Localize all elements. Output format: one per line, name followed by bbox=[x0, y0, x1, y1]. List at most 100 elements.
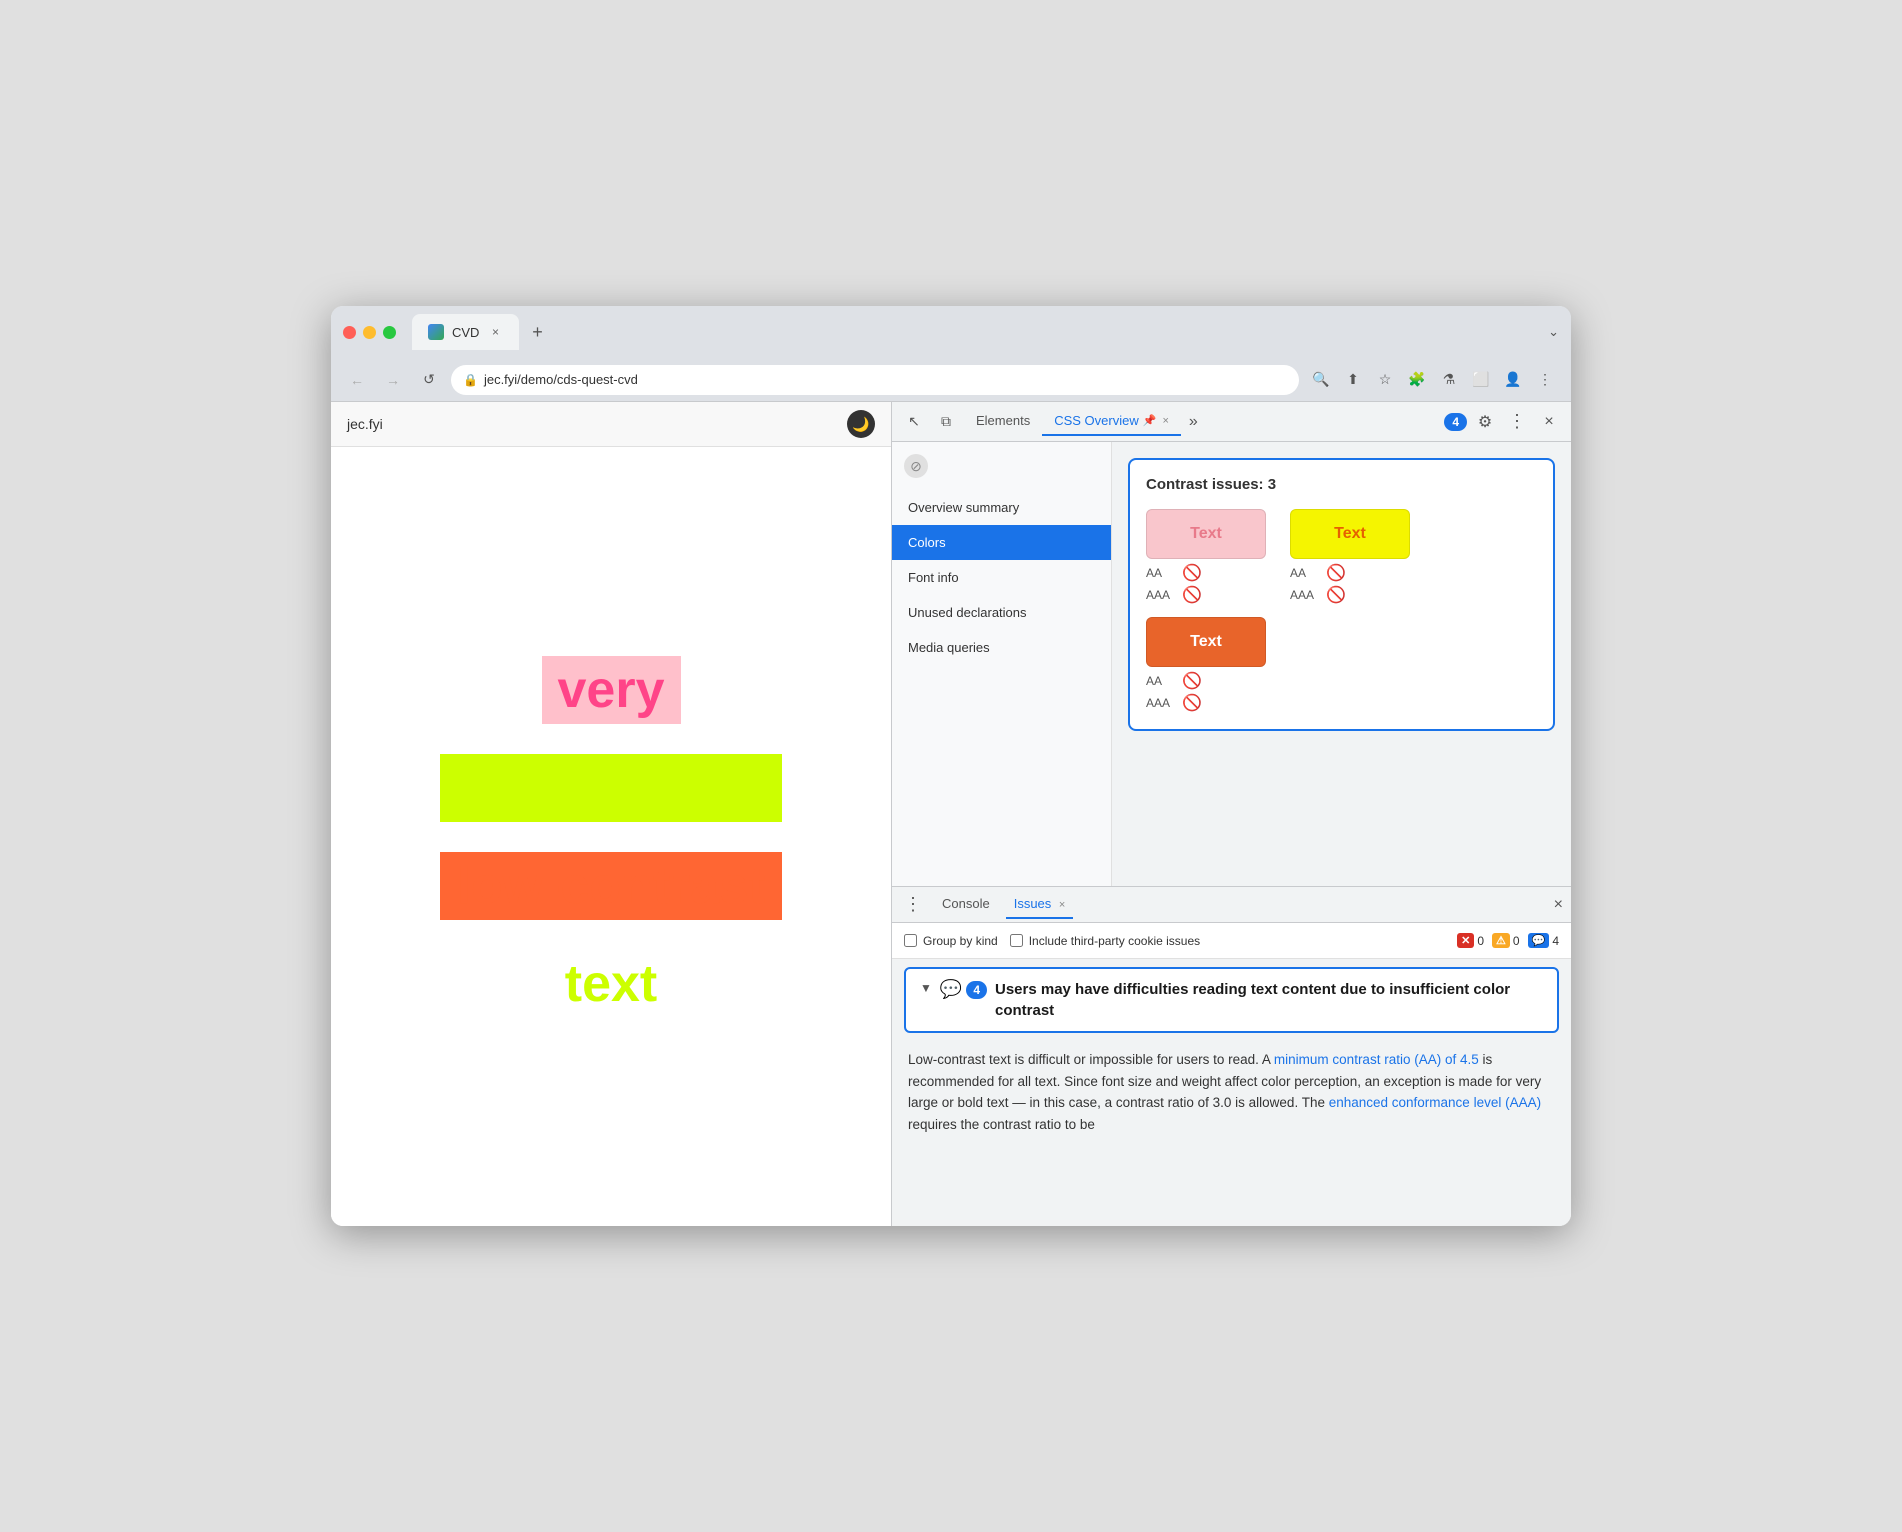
devtools-toolbar: ↖ ⧉ Elements CSS Overview 📌 × » 4 bbox=[892, 402, 1571, 442]
issue-text: Users may have difficulties reading text… bbox=[995, 979, 1543, 1021]
badge-row-aa-orange: AA 🚫 bbox=[1146, 671, 1266, 691]
devtools-cursor-button[interactable]: ↖ bbox=[900, 408, 928, 436]
lock-icon: 🔒 bbox=[463, 373, 478, 387]
active-tab[interactable]: CVD × bbox=[412, 314, 519, 350]
devtools-window-button[interactable]: ⧉ bbox=[932, 408, 960, 436]
minimize-button[interactable] bbox=[363, 326, 376, 339]
demo-text-text: text bbox=[549, 950, 673, 1018]
issue-title: Users may have difficulties reading text… bbox=[995, 979, 1543, 1021]
contrast-swatch-pink[interactable]: Text bbox=[1146, 509, 1266, 559]
contrast-item-orange: Text AA 🚫 AAA bbox=[1146, 617, 1266, 713]
bottom-close-button[interactable]: × bbox=[1554, 896, 1563, 914]
tab-bar: CVD × + ⌄ bbox=[412, 314, 1559, 350]
share-button[interactable]: ⬆ bbox=[1339, 366, 1367, 394]
aa-fail-yellow: 🚫 bbox=[1326, 563, 1346, 583]
badge-row-aa-yellow: AA 🚫 bbox=[1290, 563, 1410, 583]
maximize-button[interactable] bbox=[383, 326, 396, 339]
bookmark-button[interactable]: ☆ bbox=[1371, 366, 1399, 394]
webpage: jec.fyi 🌙 very inaccessible low-contrast… bbox=[331, 402, 891, 1226]
issues-badge[interactable]: 4 bbox=[1444, 413, 1467, 431]
extensions-button[interactable]: 🧩 bbox=[1403, 366, 1431, 394]
devtools-bottom-panel: ⋮ Console Issues × × Group by kind bbox=[892, 886, 1571, 1226]
issue-description: Low-contrast text is difficult or imposs… bbox=[892, 1041, 1571, 1143]
nav-overview-summary[interactable]: Overview summary bbox=[892, 490, 1111, 525]
contrast-items: Text AA 🚫 AAA bbox=[1146, 509, 1537, 713]
issue-expand-icon[interactable]: ▼ bbox=[920, 979, 932, 995]
back-button[interactable]: ← bbox=[343, 366, 371, 394]
info-icon: 💬 bbox=[1528, 933, 1550, 948]
tab-menu-button[interactable]: ⌄ bbox=[1548, 324, 1559, 340]
url-text: jec.fyi/demo/cds-quest-cvd bbox=[484, 372, 1287, 387]
issue-icon-badge: 💬 4 bbox=[940, 979, 987, 1000]
contrast-badges-pink: AA 🚫 AAA 🚫 bbox=[1146, 563, 1266, 605]
nav-colors[interactable]: Colors bbox=[892, 525, 1111, 560]
info-count: 💬 4 bbox=[1528, 933, 1559, 948]
refresh-button[interactable]: ↺ bbox=[415, 366, 443, 394]
third-party-checkbox[interactable]: Include third-party cookie issues bbox=[1010, 934, 1200, 948]
devtools-close-button[interactable]: × bbox=[1535, 408, 1563, 436]
bottom-more-button[interactable]: ⋮ bbox=[900, 894, 926, 915]
webpage-body: very inaccessible low-contrast text bbox=[331, 447, 891, 1226]
warning-count: ⚠ 0 bbox=[1492, 933, 1520, 948]
tab-title: CVD bbox=[452, 325, 479, 340]
new-tab-button[interactable]: + bbox=[523, 318, 551, 346]
tab-favicon bbox=[428, 324, 444, 340]
contrast-badges-orange: AA 🚫 AAA 🚫 bbox=[1146, 671, 1266, 713]
group-by-kind-input[interactable] bbox=[904, 934, 917, 947]
css-overview-pin-icon: 📌 bbox=[1143, 414, 1157, 427]
dark-mode-button[interactable]: 🌙 bbox=[847, 410, 875, 438]
issue-link-aaa[interactable]: enhanced conformance level (AAA) bbox=[1329, 1095, 1541, 1110]
issue-badge: 4 bbox=[966, 981, 987, 999]
tab-close-button[interactable]: × bbox=[487, 324, 503, 340]
profile-button[interactable]: 👤 bbox=[1499, 366, 1527, 394]
contrast-item-pink: Text AA 🚫 AAA bbox=[1146, 509, 1266, 605]
devtools-more-button[interactable]: ⋮ bbox=[1503, 408, 1531, 436]
devtools-tabs: Elements CSS Overview 📌 × » bbox=[964, 407, 1440, 436]
url-bar[interactable]: 🔒 jec.fyi/demo/cds-quest-cvd bbox=[451, 365, 1299, 395]
devtools-panel: ↖ ⧉ Elements CSS Overview 📌 × » 4 bbox=[891, 402, 1571, 1226]
issue-chat-icon: 💬 bbox=[940, 979, 962, 1000]
issues-tab-close[interactable]: × bbox=[1059, 899, 1065, 911]
bottom-tab-issues[interactable]: Issues × bbox=[1006, 890, 1074, 919]
sidebar-button[interactable]: ⬜ bbox=[1467, 366, 1495, 394]
badge-row-aaa-orange: AAA 🚫 bbox=[1146, 693, 1266, 713]
demo-inaccessible-text: inaccessible bbox=[440, 754, 781, 822]
bottom-tab-console[interactable]: Console bbox=[934, 890, 998, 919]
window-icon: ⧉ bbox=[941, 413, 951, 430]
filter-bar: Group by kind Include third-party cookie… bbox=[892, 923, 1571, 959]
nav-unused-declarations[interactable]: Unused declarations bbox=[892, 595, 1111, 630]
contrast-swatch-yellow[interactable]: Text bbox=[1290, 509, 1410, 559]
third-party-input[interactable] bbox=[1010, 934, 1023, 947]
forward-button[interactable]: → bbox=[379, 366, 407, 394]
devtools-overflow-button[interactable]: » bbox=[1181, 413, 1206, 431]
aaa-fail-orange: 🚫 bbox=[1182, 693, 1202, 713]
issue-item[interactable]: ▼ 💬 4 Users may have difficulties readin… bbox=[904, 967, 1559, 1033]
contrast-row-1: Text AA 🚫 AAA bbox=[1146, 509, 1537, 605]
search-button[interactable]: 🔍 bbox=[1307, 366, 1335, 394]
contrast-swatch-orange[interactable]: Text bbox=[1146, 617, 1266, 667]
badge-row-aaa-pink: AAA 🚫 bbox=[1146, 585, 1266, 605]
contrast-panel: Contrast issues: 3 Text bbox=[1128, 458, 1555, 731]
menu-button[interactable]: ⋮ bbox=[1531, 366, 1559, 394]
nav-media-queries[interactable]: Media queries bbox=[892, 630, 1111, 665]
tab-elements[interactable]: Elements bbox=[964, 407, 1042, 436]
address-bar: ← → ↺ 🔒 jec.fyi/demo/cds-quest-cvd 🔍 ⬆ ☆… bbox=[331, 358, 1571, 402]
labs-button[interactable]: ⚗ bbox=[1435, 366, 1463, 394]
css-overview-close-icon[interactable]: × bbox=[1162, 415, 1168, 427]
devtools-settings-button[interactable]: ⚙ bbox=[1471, 408, 1499, 436]
issue-link-aa[interactable]: minimum contrast ratio (AA) of 4.5 bbox=[1274, 1052, 1479, 1067]
traffic-lights bbox=[343, 326, 396, 339]
tab-css-overview[interactable]: CSS Overview 📌 × bbox=[1042, 407, 1181, 436]
aa-fail-pink: 🚫 bbox=[1182, 563, 1202, 583]
nav-font-info[interactable]: Font info bbox=[892, 560, 1111, 595]
aaa-fail-pink: 🚫 bbox=[1182, 585, 1202, 605]
css-disabled-icon: ⊘ bbox=[904, 454, 928, 478]
contrast-item-yellow: Text AA 🚫 AAA bbox=[1290, 509, 1410, 605]
error-icon: ✕ bbox=[1457, 933, 1474, 948]
contrast-issues-title: Contrast issues: 3 bbox=[1146, 476, 1537, 493]
group-by-kind-checkbox[interactable]: Group by kind bbox=[904, 934, 998, 948]
error-count: ✕ 0 bbox=[1457, 933, 1484, 948]
close-button[interactable] bbox=[343, 326, 356, 339]
css-nav-disabled-btn[interactable]: ⊘ bbox=[892, 442, 1111, 490]
address-actions: 🔍 ⬆ ☆ 🧩 ⚗ ⬜ 👤 ⋮ bbox=[1307, 366, 1559, 394]
